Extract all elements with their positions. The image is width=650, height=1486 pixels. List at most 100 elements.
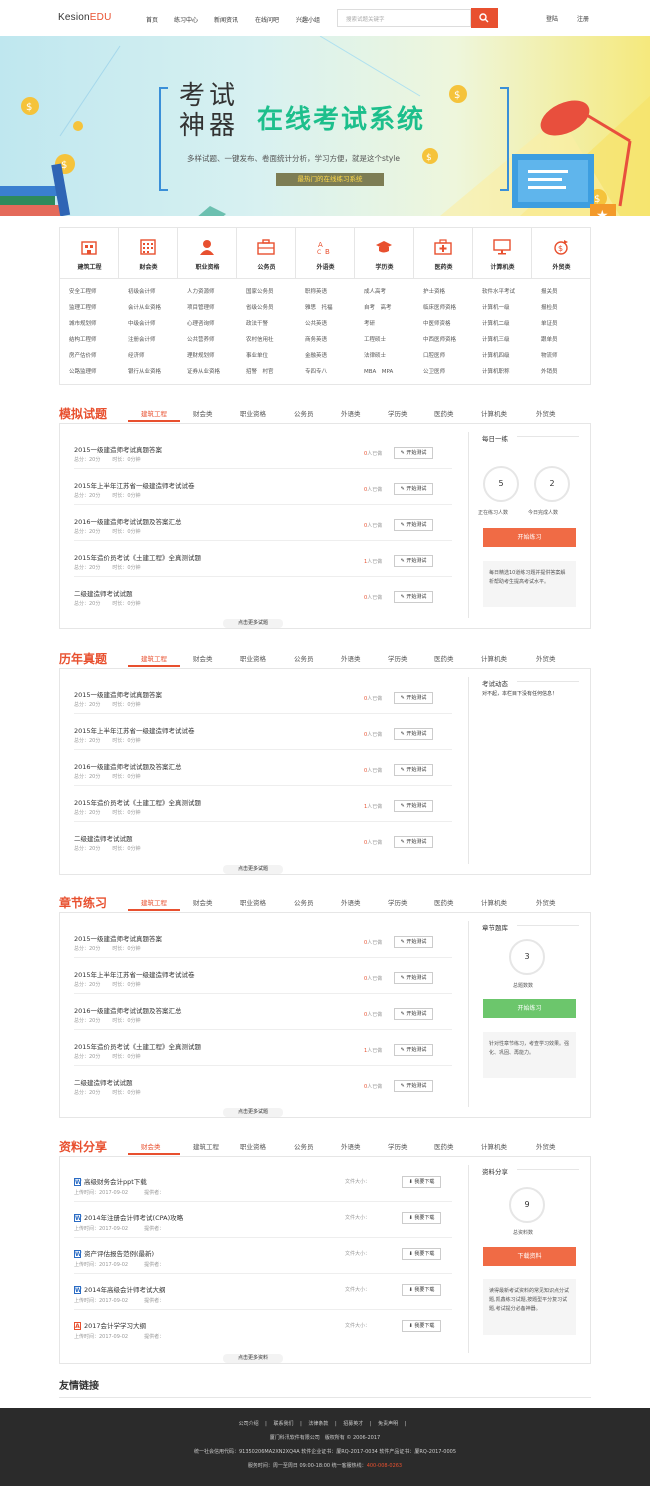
- start-test-button[interactable]: ✎ 开始测试: [394, 936, 433, 948]
- nav-practice[interactable]: 练习中心: [174, 15, 198, 24]
- exam-title[interactable]: 2015年上半年江苏省一级建造师考试试卷: [74, 969, 195, 979]
- tab-mock-5[interactable]: 学历类: [388, 408, 408, 418]
- nav-qa[interactable]: 在线问吧: [255, 15, 279, 24]
- tab-past-5[interactable]: 学历类: [388, 653, 408, 663]
- category-link[interactable]: 公共英语: [305, 319, 327, 327]
- exam-title[interactable]: 2015年上半年江苏省一级建造师考试试卷: [74, 480, 195, 490]
- start-test-button[interactable]: ✎ 开始测试: [394, 728, 433, 740]
- category-link[interactable]: 国家公务员: [246, 287, 274, 295]
- tab-mock-2[interactable]: 职业资格: [240, 408, 266, 418]
- tab-resources-0[interactable]: 财会类: [141, 1141, 161, 1151]
- tab-chapter-6[interactable]: 医药类: [434, 897, 454, 907]
- load-more-button[interactable]: 点击更多试题: [223, 1108, 283, 1117]
- exam-title[interactable]: 2015年上半年江苏省一级建造师考试试卷: [74, 725, 195, 735]
- category-link[interactable]: 理财规划师: [187, 351, 215, 359]
- footer-link-contact[interactable]: 联系我们: [273, 1421, 293, 1427]
- category-link[interactable]: 计算机四级: [482, 351, 510, 359]
- start-test-button[interactable]: ✎ 开始测试: [394, 447, 433, 459]
- resource-title[interactable]: W 2014年注册会计师考试(CPA)攻略: [74, 1212, 183, 1222]
- category-link[interactable]: 计算机一级: [482, 303, 510, 311]
- exam-title[interactable]: 二级建造师考试试题: [74, 588, 133, 598]
- tab-chapter-2[interactable]: 职业资格: [240, 897, 266, 907]
- tab-resources-7[interactable]: 计算机类: [481, 1141, 507, 1151]
- category-briefcase[interactable]: 公务员: [237, 228, 296, 279]
- tab-resources-6[interactable]: 医药类: [434, 1141, 454, 1151]
- category-link[interactable]: 法律硕士: [364, 351, 386, 359]
- start-test-button[interactable]: ✎ 开始测试: [394, 692, 433, 704]
- category-link[interactable]: 银行从业资格: [128, 367, 161, 375]
- start-test-button[interactable]: ✎ 开始测试: [394, 1044, 433, 1056]
- category-building[interactable]: 建筑工程: [60, 228, 119, 279]
- category-link[interactable]: 心理咨询师: [187, 319, 215, 327]
- download-button[interactable]: ⬇ 我要下载: [402, 1248, 441, 1260]
- download-button[interactable]: ⬇ 我要下载: [402, 1320, 441, 1332]
- category-link[interactable]: 公路监理师: [69, 367, 97, 375]
- resource-title[interactable]: W 2014年高级会计师考试大纲: [74, 1284, 166, 1294]
- load-more-button[interactable]: 点击更多资料: [223, 1354, 283, 1363]
- footer-link-disclaimer[interactable]: 免责声明: [378, 1421, 398, 1427]
- tab-chapter-3[interactable]: 公务员: [294, 897, 314, 907]
- exam-title[interactable]: 2015一级建造师考试真题答案: [74, 933, 162, 943]
- category-link[interactable]: 专四专八: [305, 367, 327, 375]
- category-link[interactable]: 工程硕士: [364, 335, 386, 343]
- tab-past-4[interactable]: 外语类: [341, 653, 361, 663]
- category-link[interactable]: 计算机三级: [482, 335, 510, 343]
- start-test-button[interactable]: ✎ 开始测试: [394, 591, 433, 603]
- category-link[interactable]: 计算机职称: [482, 367, 510, 375]
- category-link[interactable]: 农村信用社: [246, 335, 274, 343]
- tab-resources-1[interactable]: 建筑工程: [193, 1141, 219, 1151]
- start-test-button[interactable]: ✎ 开始测试: [394, 800, 433, 812]
- tab-past-8[interactable]: 外贸类: [536, 653, 556, 663]
- tab-mock-7[interactable]: 计算机类: [481, 408, 507, 418]
- category-link[interactable]: 考研: [364, 319, 375, 327]
- register-link[interactable]: 注册: [577, 14, 589, 23]
- nav-home[interactable]: 首页: [146, 15, 158, 24]
- category-link[interactable]: 跟单员: [541, 335, 558, 343]
- nav-news[interactable]: 新闻资讯: [214, 15, 238, 24]
- hero-banner[interactable]: $ $ $ $ $ ★ 考试 神器 在线考试系统 多样试题、一键发布、卷面统计分…: [0, 36, 650, 216]
- tab-chapter-0[interactable]: 建筑工程: [141, 897, 167, 907]
- category-link[interactable]: 口腔医师: [423, 351, 445, 359]
- category-link[interactable]: 单证员: [541, 319, 558, 327]
- exam-title[interactable]: 2016一级建造师考试试题及答案汇总: [74, 1005, 182, 1015]
- category-link[interactable]: 计算机二级: [482, 319, 510, 327]
- exam-title[interactable]: 2015一级建造师考试真题答案: [74, 689, 162, 699]
- category-link[interactable]: 自考 高考: [364, 303, 392, 311]
- category-link[interactable]: 政法干警: [246, 319, 268, 327]
- tab-chapter-7[interactable]: 计算机类: [481, 897, 507, 907]
- category-link[interactable]: MBA MPA: [364, 367, 393, 375]
- tab-mock-4[interactable]: 外语类: [341, 408, 361, 418]
- category-link[interactable]: 护士资格: [423, 287, 445, 295]
- resource-title[interactable]: W 资产评估报告范例(最新): [74, 1248, 154, 1258]
- category-graduation-cap[interactable]: 学历类: [355, 228, 414, 279]
- category-link[interactable]: 招警 村官: [246, 367, 274, 375]
- start-test-button[interactable]: ✎ 开始测试: [394, 764, 433, 776]
- category-person[interactable]: 职业资格: [178, 228, 237, 279]
- exam-title[interactable]: 2015一级建造师考试真题答案: [74, 444, 162, 454]
- search-input[interactable]: 搜索试题关键字: [337, 9, 471, 27]
- category-abc[interactable]: A B C 外语类: [296, 228, 355, 279]
- start-test-button[interactable]: ✎ 开始测试: [394, 836, 433, 848]
- footer-link-legal[interactable]: 法律条款: [308, 1421, 328, 1427]
- download-button[interactable]: ⬇ 我要下载: [402, 1176, 441, 1188]
- category-link[interactable]: 软件水平考试: [482, 287, 515, 295]
- tab-mock-0[interactable]: 建筑工程: [141, 408, 167, 418]
- category-link[interactable]: 临床医师资格: [423, 303, 456, 311]
- exam-title[interactable]: 2016一级建造师考试试题及答案汇总: [74, 516, 182, 526]
- category-link[interactable]: 外销员: [541, 367, 558, 375]
- tab-chapter-1[interactable]: 财会类: [193, 897, 213, 907]
- start-practice-button[interactable]: 开始练习: [483, 999, 576, 1018]
- category-link[interactable]: 项目管理师: [187, 303, 215, 311]
- nav-groups[interactable]: 兴趣小组: [296, 15, 320, 24]
- footer-link-about[interactable]: 公司介绍: [239, 1421, 259, 1427]
- category-link[interactable]: 公卫医师: [423, 367, 445, 375]
- category-link[interactable]: 省级公务员: [246, 303, 274, 311]
- footer-link-jobs[interactable]: 招募英才: [343, 1421, 363, 1427]
- category-link[interactable]: 安全工程师: [69, 287, 97, 295]
- tab-mock-6[interactable]: 医药类: [434, 408, 454, 418]
- exam-title[interactable]: 2016一级建造师考试试题及答案汇总: [74, 761, 182, 771]
- tab-resources-4[interactable]: 外语类: [341, 1141, 361, 1151]
- footer-phone[interactable]: 400-008-0263: [367, 1463, 402, 1469]
- exam-title[interactable]: 2015年造价员考试《土建工程》全真测试题: [74, 797, 201, 807]
- tab-chapter-5[interactable]: 学历类: [388, 897, 408, 907]
